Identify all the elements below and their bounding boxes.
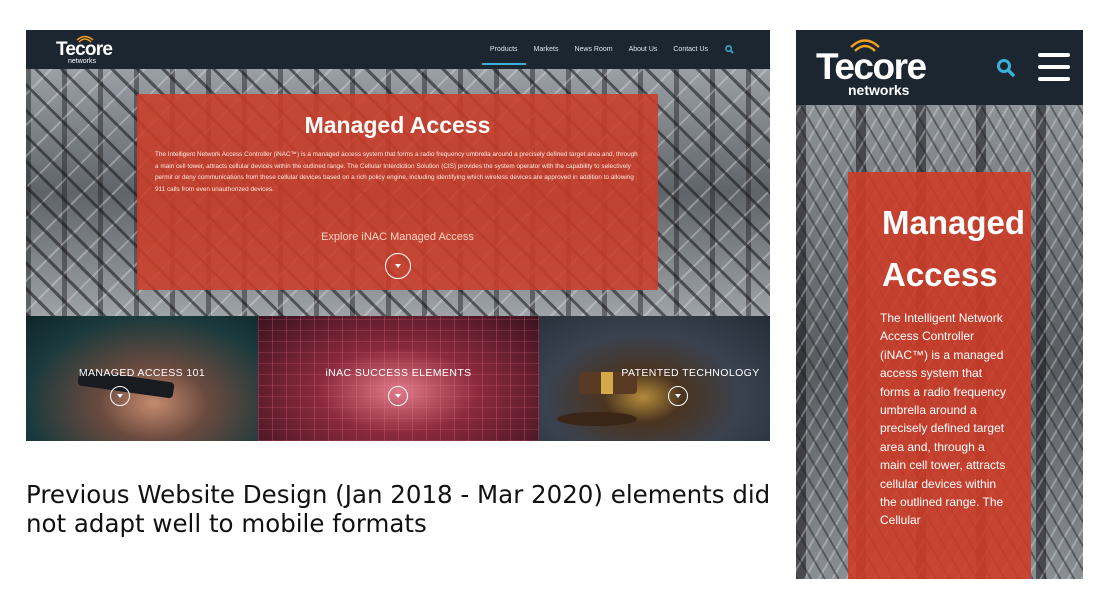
hamburger-menu-icon[interactable] [1038,53,1070,81]
tecore-logo[interactable]: Tecore networks [56,35,113,67]
tile-label: MANAGED ACCESS 101 [78,367,206,379]
tile-inac-success-elements[interactable]: iNAC SUCCESS ELEMENTS [258,316,539,441]
hero-overlay-panel: Managed Access The Intelligent Network A… [137,94,658,290]
hero-description: The Intelligent Network Access Controlle… [880,311,1007,528]
nav-item-about-us[interactable]: About Us [629,30,658,69]
nav-item-news-room[interactable]: News Room [574,30,612,69]
tile-managed-access-101[interactable]: MANAGED ACCESS 101 [26,316,258,441]
nav-item-products[interactable]: Products [482,30,526,69]
desktop-screenshot: Tecore networks Products Markets News Ro… [26,30,770,441]
desktop-main-menu: Products Markets News Room About Us Cont… [482,30,734,69]
logo-sub: networks [848,82,910,98]
logo-word: Tecore [56,39,113,60]
gavel-base-image [557,412,637,426]
mobile-navbar: Tecore networks [796,30,1083,105]
mobile-screenshot: Tecore networks Managed Access The Intel… [796,30,1083,579]
desktop-hero-banner: Managed Access The Intelligent Network A… [26,69,770,316]
chevron-down-icon[interactable] [385,253,411,279]
hero-title: Managed Access [304,112,491,138]
desktop-navbar: Tecore networks Products Markets News Ro… [26,30,770,69]
logo-word: Tecore [816,46,927,87]
logo-sub: networks [68,58,97,65]
nav-item-contact-us[interactable]: Contact Us [673,30,708,69]
search-icon[interactable] [724,30,734,69]
chevron-down-icon[interactable] [110,386,130,406]
tile-patented-technology[interactable]: PATENTED TECHNOLOGY [539,316,770,441]
search-icon[interactable] [996,58,1016,78]
chevron-down-icon[interactable] [668,386,688,406]
slide-caption: Previous Website Design (Jan 2018 - Mar … [26,480,771,538]
explore-inac-link[interactable]: Explore iNAC Managed Access [137,230,658,244]
tile-label: iNAC SUCCESS ELEMENTS [325,367,472,379]
hero-title: Managed Access [882,204,1026,293]
tecore-logo[interactable]: Tecore networks [816,38,927,100]
tile-label: PATENTED TECHNOLOGY [621,367,760,379]
nav-item-markets[interactable]: Markets [534,30,559,69]
mobile-hero-banner: Managed Access The Intelligent Network A… [796,105,1083,579]
chevron-down-icon[interactable] [388,386,408,406]
hero-description: The Intelligent Network Access Controlle… [155,151,638,193]
